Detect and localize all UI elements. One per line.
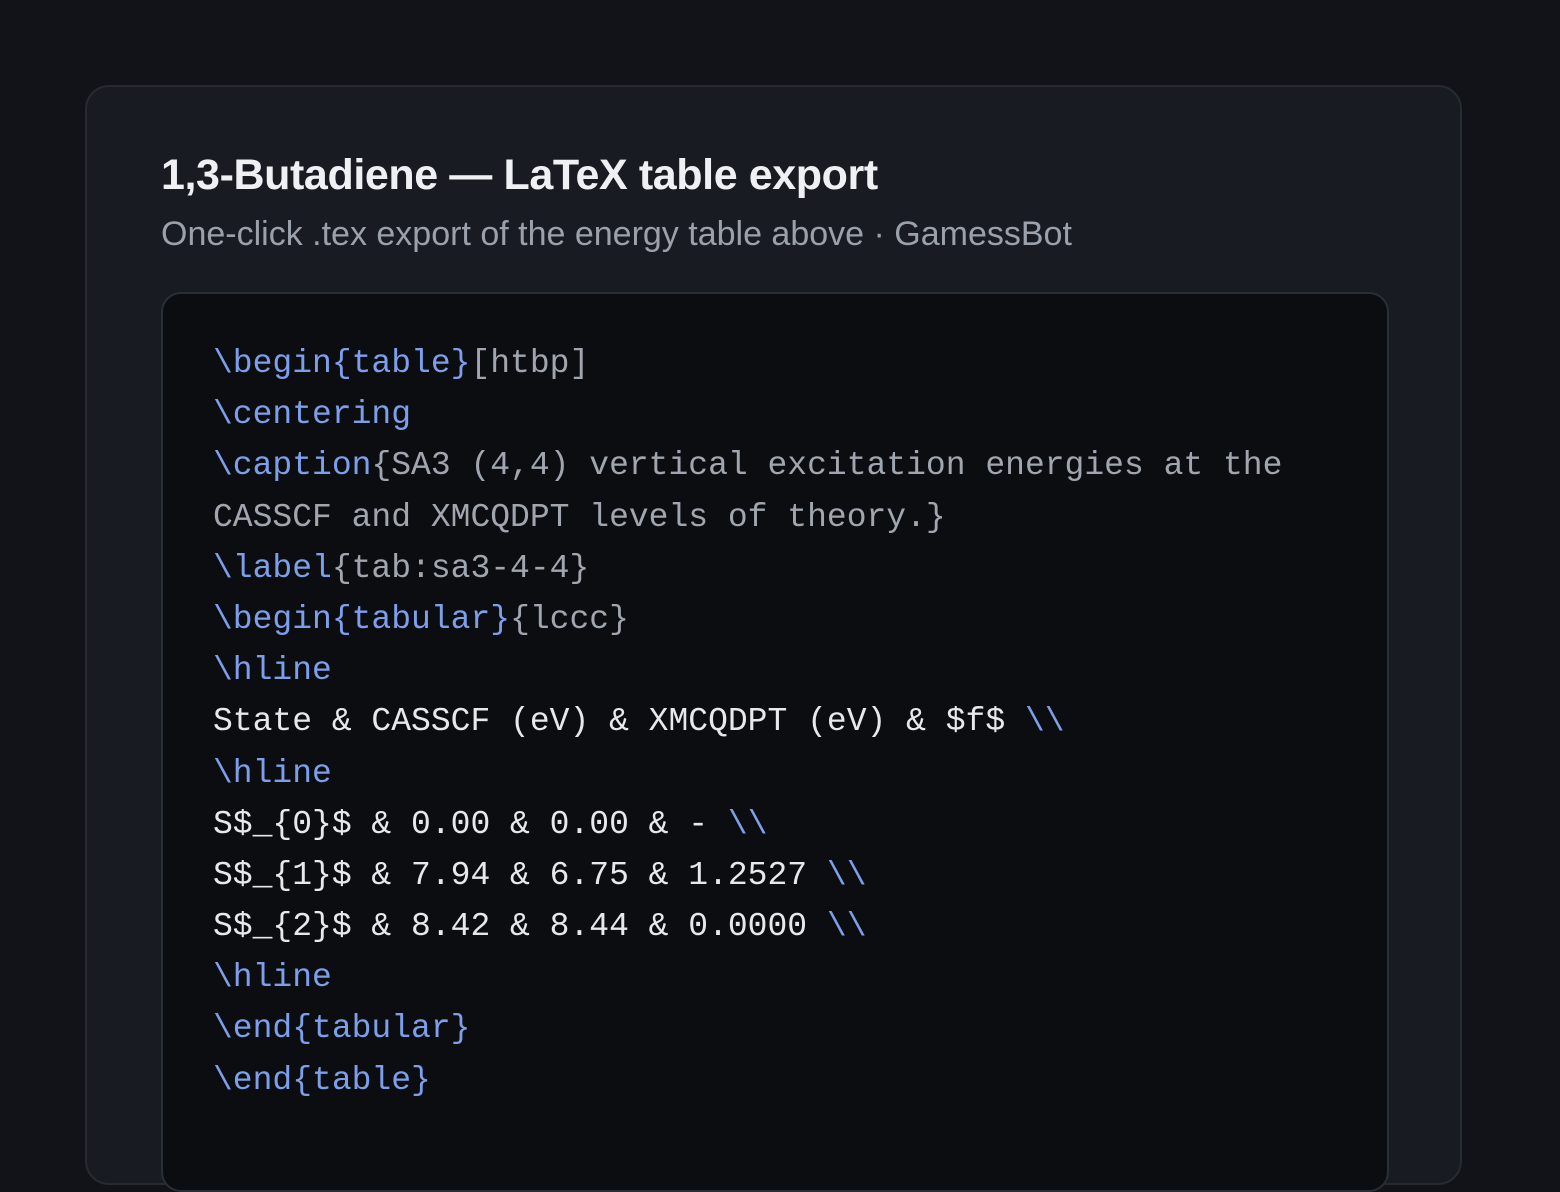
latex-argument: [htbp] bbox=[470, 345, 590, 382]
latex-argument: {lccc} bbox=[510, 600, 629, 638]
code-line: \hline bbox=[213, 748, 1282, 799]
code-line: \hline bbox=[213, 952, 1282, 1003]
latex-argument: {SA3 (4,4) vertical excitation energies … bbox=[371, 447, 1283, 485]
table-row: S$_{0}$ & 0.00 & 0.00 & - bbox=[213, 805, 728, 843]
latex-argument: CASSCF and XMCQDPT levels of theory.} bbox=[213, 498, 946, 536]
latex-command: \label bbox=[213, 549, 332, 587]
code-line: \centering bbox=[213, 389, 1282, 440]
latex-code-block[interactable]: \begin{table}[htbp] \centering \caption{… bbox=[161, 292, 1389, 1192]
latex-command: \begin{tabular} bbox=[213, 600, 511, 638]
row-end: \\ bbox=[826, 856, 867, 894]
code-line: \end{table} bbox=[213, 1055, 1282, 1106]
code-line: State & CASSCF (eV) & XMCQDPT (eV) & $f$… bbox=[213, 696, 1282, 747]
table-header-row: State & CASSCF (eV) & XMCQDPT (eV) & $f$ bbox=[213, 703, 1025, 741]
code-line: S$_{1}$ & 7.94 & 6.75 & 1.2527 \\ bbox=[213, 850, 1282, 901]
latex-command: \hline bbox=[213, 652, 332, 690]
card-subtitle: One-click .tex export of the energy tabl… bbox=[161, 215, 1072, 253]
code-line: S$_{0}$ & 0.00 & 0.00 & - \\ bbox=[213, 799, 1282, 850]
code-line: \caption{SA3 (4,4) vertical excitation e… bbox=[213, 440, 1282, 542]
latex-command: \caption bbox=[213, 447, 372, 485]
table-row: S$_{1}$ & 7.94 & 6.75 & 1.2527 bbox=[213, 856, 827, 894]
latex-command: \centering bbox=[213, 396, 412, 434]
export-card: 1,3-Butadiene — LaTeX table export One-c… bbox=[85, 85, 1462, 1192]
latex-code: \begin{table}[htbp] \centering \caption{… bbox=[213, 338, 1282, 1106]
latex-command: \hline bbox=[213, 959, 332, 997]
code-line: \hline bbox=[213, 645, 1282, 696]
latex-command: \end{table} bbox=[213, 1061, 431, 1099]
code-line: \begin{table}[htbp] bbox=[213, 338, 1282, 389]
row-end: \\ bbox=[727, 805, 768, 843]
latex-command: \end{tabular} bbox=[213, 1010, 471, 1048]
code-line: S$_{2}$ & 8.42 & 8.44 & 0.0000 \\ bbox=[213, 901, 1282, 952]
row-end: \\ bbox=[826, 908, 867, 946]
table-row: S$_{2}$ & 8.42 & 8.44 & 0.0000 bbox=[213, 908, 827, 946]
code-line: \begin{tabular}{lccc} bbox=[213, 594, 1282, 645]
latex-command: \hline bbox=[213, 754, 332, 792]
code-line: \label{tab:sa3-4-4} bbox=[213, 543, 1282, 594]
latex-argument: {tab:sa3-4-4} bbox=[331, 549, 590, 587]
code-line: \end{tabular} bbox=[213, 1003, 1282, 1054]
row-end: \\ bbox=[1024, 703, 1065, 741]
card-title: 1,3-Butadiene — LaTeX table export bbox=[161, 151, 878, 199]
latex-command: \begin{table} bbox=[213, 345, 471, 382]
